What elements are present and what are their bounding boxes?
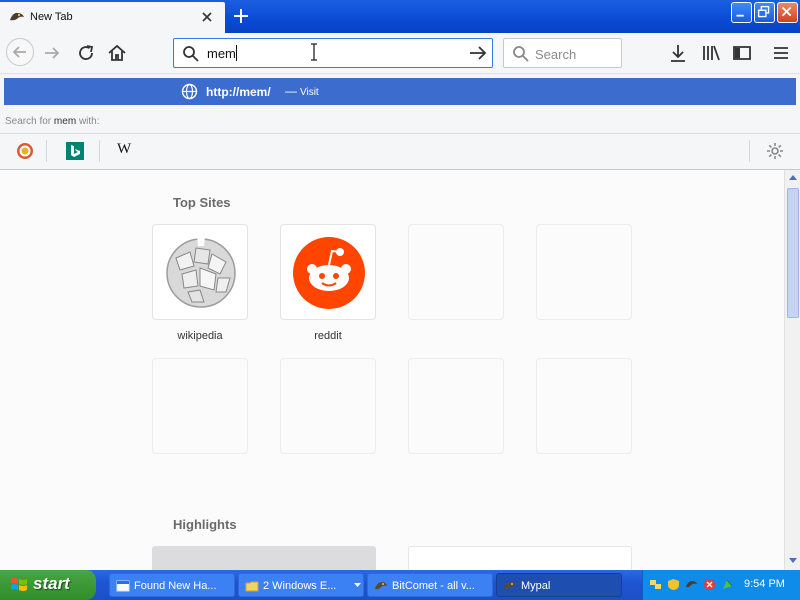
highlight-card[interactable]: [408, 546, 632, 570]
folder-icon: [245, 581, 259, 592]
scroll-up-arrow-icon[interactable]: [786, 170, 800, 185]
tray-security-alert-icon[interactable]: [703, 578, 716, 591]
reddit-alien-icon: [293, 237, 365, 309]
empty-top-site-tile[interactable]: [408, 358, 504, 454]
search-for-label: Search for mem with:: [5, 116, 100, 127]
scroll-down-arrow-icon[interactable]: [786, 553, 800, 568]
close-window-button[interactable]: [777, 2, 798, 23]
navigation-toolbar: mem Search: [0, 33, 800, 74]
taskbar-clock: 9:54 PM: [744, 578, 785, 590]
wikipedia-globe-icon: [166, 236, 236, 308]
search-icon: [183, 46, 199, 62]
sidebar-icon[interactable]: [730, 41, 754, 65]
search-box[interactable]: Search: [503, 38, 622, 68]
restore-icon: [757, 5, 770, 18]
scrollbar-thumb[interactable]: [787, 188, 799, 318]
back-button[interactable]: [6, 38, 34, 66]
taskbar-item-label: BitComet - all v...: [392, 580, 475, 592]
taskbar-item[interactable]: Found New Ha...: [109, 573, 235, 597]
tab-title: New Tab: [30, 11, 73, 23]
taskbar-item-label: Found New Ha...: [134, 580, 217, 592]
text-caret: [236, 45, 237, 61]
restore-button[interactable]: [754, 2, 775, 23]
suggestion-action: Visit: [300, 87, 319, 98]
window-titlebar: New Tab: [0, 0, 800, 33]
suggestion-url: http://mem/: [206, 85, 271, 99]
start-label: start: [33, 574, 70, 593]
highlights-heading: Highlights: [173, 517, 237, 532]
windows-taskbar: start Found New Ha... 2 Windows E... Bit…: [0, 570, 800, 600]
bitcomet-icon: [375, 582, 387, 590]
taskbar-item-label: Mypal: [521, 580, 551, 592]
tab-new-tab[interactable]: New Tab: [0, 2, 225, 33]
duckduckgo-icon[interactable]: [16, 142, 34, 160]
download-icon[interactable]: [666, 41, 690, 65]
suggestion-separator: —: [285, 84, 297, 98]
url-bar[interactable]: mem: [173, 38, 493, 68]
taskbar-item[interactable]: 2 Windows E...: [238, 573, 364, 597]
window-icon: [116, 580, 130, 592]
wikipedia-icon[interactable]: W: [117, 141, 135, 159]
search-placeholder: Search: [535, 47, 577, 62]
tray-update-icon[interactable]: [721, 578, 734, 591]
close-icon[interactable]: [200, 10, 214, 24]
plus-icon[interactable]: [232, 7, 250, 25]
suggestion-row[interactable]: http://mem/ — Visit: [4, 78, 796, 105]
text-cursor-icon: [311, 43, 317, 61]
arrow-left-icon: [12, 46, 26, 58]
home-icon[interactable]: [105, 41, 129, 65]
system-tray: 9:54 PM: [642, 570, 800, 600]
top-site-label: reddit: [314, 330, 342, 342]
engine-divider: [46, 140, 47, 162]
highlight-card[interactable]: [152, 546, 376, 570]
top-site-tile-reddit[interactable]: [280, 224, 376, 320]
gear-icon[interactable]: [766, 142, 784, 160]
one-off-search-engines: W: [0, 133, 800, 167]
reload-icon[interactable]: [74, 41, 98, 65]
url-input-value[interactable]: mem: [207, 46, 236, 61]
globe-icon: [181, 83, 198, 100]
tray-shield-icon[interactable]: [667, 578, 680, 591]
go-arrow-icon[interactable]: [468, 44, 488, 62]
vertical-scrollbar[interactable]: [784, 170, 800, 570]
empty-top-site-tile[interactable]: [536, 224, 632, 320]
menu-icon[interactable]: [769, 41, 793, 65]
chevron-down-icon: [354, 583, 361, 587]
taskbar-item-label: 2 Windows E...: [263, 580, 337, 592]
minimize-icon: [736, 14, 744, 17]
empty-top-site-tile[interactable]: [536, 358, 632, 454]
bing-icon[interactable]: [66, 142, 84, 160]
mypal-icon: [10, 12, 24, 21]
mypal-icon: [504, 582, 516, 590]
start-button[interactable]: start: [0, 570, 96, 600]
autocomplete-popup: http://mem/ — Visit Search for mem with:…: [0, 74, 800, 170]
search-icon: [513, 46, 529, 62]
empty-top-site-tile[interactable]: [152, 358, 248, 454]
taskbar-item[interactable]: BitComet - all v...: [367, 573, 493, 597]
new-tab-page: Top Sites wikipedia reddit Highlights: [0, 170, 784, 570]
engine-divider: [749, 140, 750, 162]
empty-top-site-tile[interactable]: [408, 224, 504, 320]
close-window-icon: [781, 6, 792, 17]
library-icon[interactable]: [699, 41, 723, 65]
tray-bitcomet-icon[interactable]: [685, 578, 698, 591]
engine-divider: [99, 140, 100, 162]
tray-network-icon[interactable]: [649, 578, 662, 591]
taskbar-item-active[interactable]: Mypal: [496, 573, 622, 597]
top-site-label: wikipedia: [177, 330, 223, 342]
empty-top-site-tile[interactable]: [280, 358, 376, 454]
forward-button[interactable]: [40, 41, 64, 65]
windows-logo-icon: [11, 578, 27, 591]
top-sites-heading: Top Sites: [173, 195, 231, 210]
minimize-button[interactable]: [731, 2, 752, 23]
top-site-tile-wikipedia[interactable]: [152, 224, 248, 320]
